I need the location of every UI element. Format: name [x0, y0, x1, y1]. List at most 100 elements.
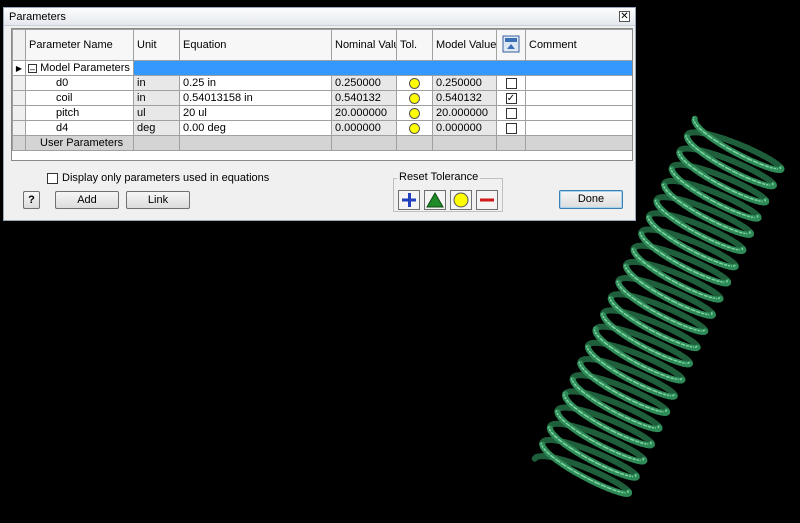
- spring-coil-front: [616, 281, 625, 291]
- col-tol[interactable]: Tol.: [396, 29, 433, 61]
- export-checkbox[interactable]: [505, 77, 517, 89]
- param-equation[interactable]: 0.00 deg: [179, 120, 332, 136]
- param-equation[interactable]: 0.25 in: [179, 75, 332, 91]
- median-tolerance-button[interactable]: [424, 190, 446, 210]
- display-only-option[interactable]: Display only parameters used in equation…: [47, 172, 269, 184]
- spring-coil-front: [760, 181, 771, 189]
- spring-coil-front: [608, 428, 622, 438]
- spring-highlight: [586, 347, 591, 353]
- spring-highlight: [555, 458, 563, 464]
- spring-coil-front: [613, 304, 624, 314]
- spring-highlight: [569, 402, 575, 408]
- spring-highlight: [543, 448, 548, 453]
- nominal-tolerance-button[interactable]: [450, 190, 472, 210]
- param-unit[interactable]: deg: [133, 120, 180, 136]
- param-comment[interactable]: [525, 105, 632, 121]
- param-export[interactable]: ✓: [496, 90, 526, 106]
- tolerance-circle-icon[interactable]: [409, 92, 420, 104]
- upper-tolerance-button[interactable]: [398, 190, 420, 210]
- spring-coil-back: [735, 140, 749, 151]
- tolerance-circle-icon[interactable]: [409, 77, 420, 89]
- param-unit[interactable]: ul: [133, 105, 180, 121]
- param-equation[interactable]: 20 ul: [179, 105, 332, 121]
- param-tol[interactable]: [396, 90, 433, 106]
- export-checkbox[interactable]: ✓: [505, 92, 517, 104]
- spring-coil-front: [683, 304, 696, 314]
- param-name[interactable]: coil: [25, 90, 134, 106]
- collapse-icon[interactable]: –: [28, 63, 37, 73]
- col-nominal-value[interactable]: Nominal Value: [331, 29, 397, 61]
- param-tol[interactable]: [396, 75, 433, 91]
- spring-coil-back: [759, 193, 768, 203]
- spring-highlight: [604, 385, 613, 391]
- lower-tolerance-button[interactable]: [476, 190, 498, 210]
- tolerance-circle-icon[interactable]: [409, 107, 420, 119]
- spring-coil-front: [691, 269, 705, 279]
- param-tol[interactable]: [396, 120, 433, 136]
- spring-highlight: [663, 186, 667, 191]
- spring-coil-front: [670, 278, 684, 289]
- table-row[interactable]: d0 in 0.25 in 0.250000 0.250000: [12, 75, 632, 91]
- table-row[interactable]: d4 deg 0.00 deg 0.000000 0.000000: [12, 120, 632, 136]
- param-equation[interactable]: 0.54013158 in: [179, 90, 332, 106]
- spring-coil-back: [636, 313, 650, 323]
- export-checkbox[interactable]: [505, 107, 517, 119]
- col-model-value[interactable]: Model Value: [432, 29, 497, 61]
- spring-coil-back: [598, 413, 612, 423]
- param-name[interactable]: d0: [25, 75, 134, 91]
- spring-highlight: [591, 354, 598, 360]
- spring-coil-back: [693, 146, 706, 154]
- param-export[interactable]: [496, 120, 526, 136]
- group-user-parameters[interactable]: User Parameters: [25, 135, 134, 151]
- col-parameter-name[interactable]: Parameter Name: [25, 29, 134, 61]
- display-only-checkbox[interactable]: [47, 172, 58, 184]
- spring-highlight: [690, 187, 698, 193]
- param-comment[interactable]: [525, 90, 632, 106]
- table-row-model-parameters[interactable]: ▶ – Model Parameters: [12, 60, 632, 76]
- spring-highlight: [671, 279, 680, 286]
- tolerance-circle-icon[interactable]: [409, 122, 420, 134]
- spring-coil-front: [625, 268, 635, 278]
- spring-highlight: [611, 325, 618, 331]
- table-row[interactable]: pitch ul 20 ul 20.000000 20.000000: [12, 105, 632, 121]
- spring-highlight: [635, 320, 644, 327]
- spring-highlight: [686, 247, 696, 253]
- spring-coil-back: [746, 185, 758, 195]
- close-button[interactable]: ✕: [619, 11, 630, 22]
- spring-coil-front: [587, 372, 598, 383]
- param-name[interactable]: d4: [25, 120, 134, 136]
- export-checkbox[interactable]: [505, 122, 517, 134]
- param-unit[interactable]: in: [133, 90, 180, 106]
- link-button[interactable]: Link: [126, 191, 190, 209]
- col-comment[interactable]: Comment: [525, 29, 632, 61]
- col-unit[interactable]: Unit: [133, 29, 180, 61]
- group-model-parameters[interactable]: – Model Parameters: [25, 60, 134, 76]
- param-export[interactable]: [496, 75, 526, 91]
- spring-coil-back: [685, 315, 697, 325]
- spring-coil-back: [606, 378, 620, 388]
- spring-coil-front: [609, 324, 621, 334]
- spring-coil-front: [707, 217, 721, 227]
- param-unit[interactable]: in: [133, 75, 180, 91]
- spring-highlight: [631, 296, 639, 303]
- param-comment[interactable]: [525, 75, 632, 91]
- param-export[interactable]: [496, 105, 526, 121]
- col-export-icon[interactable]: [496, 29, 526, 61]
- param-tol[interactable]: [396, 105, 433, 121]
- spring-coil-front: [641, 422, 653, 431]
- spring-coil-back: [647, 396, 659, 406]
- table-row[interactable]: coil in 0.54013158 in 0.540132 0.540132 …: [12, 90, 632, 106]
- help-button[interactable]: ?: [23, 191, 40, 209]
- spring-highlight: [550, 431, 556, 437]
- spring-coil-front: [605, 485, 618, 494]
- spring-highlight: [646, 264, 654, 270]
- param-comment[interactable]: [525, 120, 632, 136]
- col-equation[interactable]: Equation: [179, 29, 332, 61]
- spring-highlight: [629, 438, 637, 442]
- done-button[interactable]: Done: [559, 190, 623, 209]
- add-button[interactable]: Add: [55, 191, 119, 209]
- param-name[interactable]: pitch: [25, 105, 134, 121]
- spring-highlight: [587, 458, 597, 464]
- spring-coil-front: [721, 223, 734, 233]
- table-row-user-parameters[interactable]: User Parameters: [12, 135, 632, 151]
